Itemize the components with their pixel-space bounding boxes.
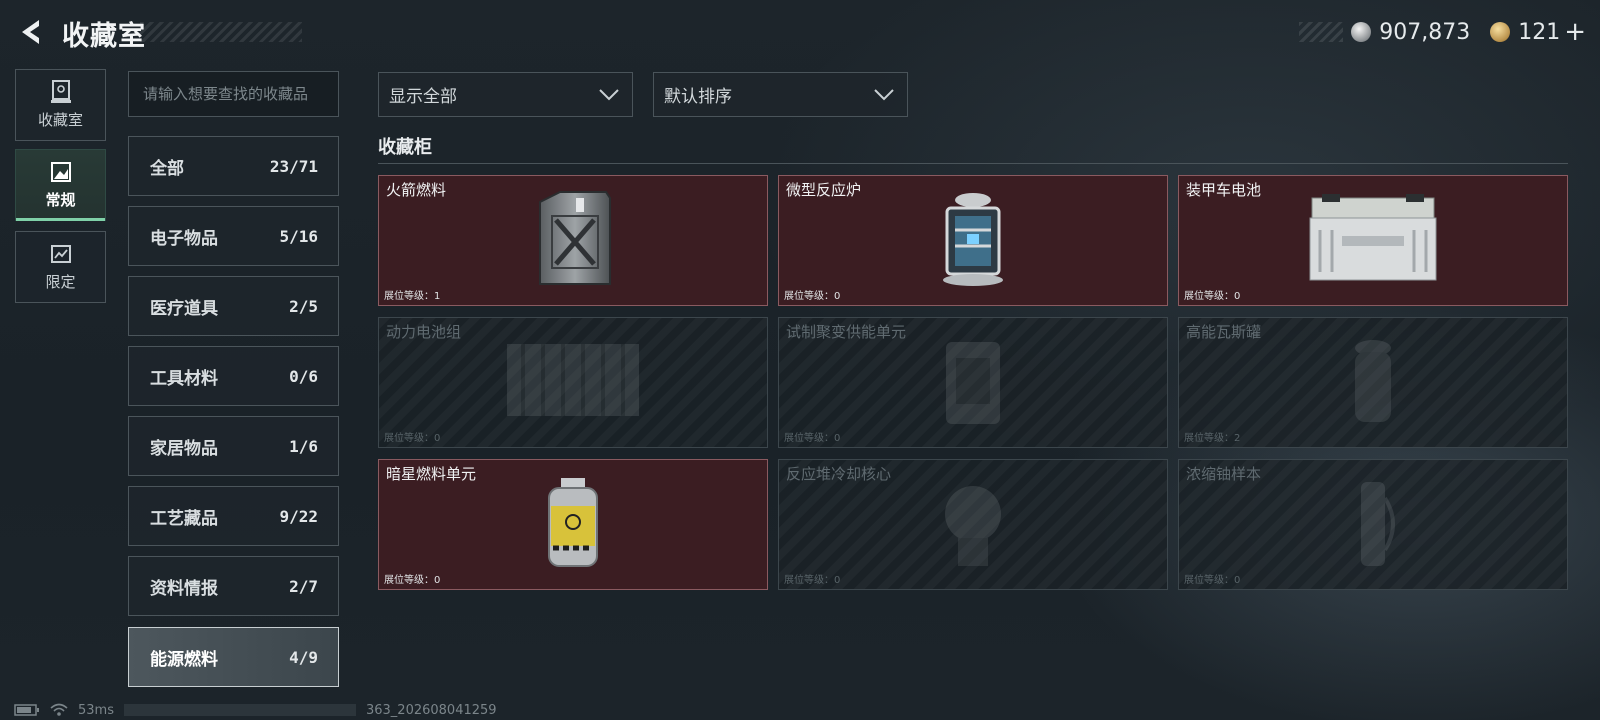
category-label: 医疗道具 (150, 298, 218, 319)
rail-tab-collection-room[interactable]: 收藏室 (15, 69, 106, 141)
item-card-enriched-uranium-sample[interactable]: 浓缩铀样本 展位等级：0 (1178, 459, 1568, 590)
category-all[interactable]: 全部 23/71 (128, 136, 339, 196)
currency-display: 907,873 121 + (1299, 17, 1586, 47)
item-name: 浓缩铀样本 (1186, 465, 1262, 483)
category-count: 2/7 (289, 576, 318, 596)
chevron-down-icon (599, 88, 619, 100)
fuel-cell-icon (543, 476, 603, 576)
category-label: 电子物品 (150, 228, 218, 249)
silver-amount: 907,873 (1379, 19, 1471, 45)
category-count: 4/9 (289, 647, 318, 667)
item-name: 动力电池组 (386, 323, 462, 341)
add-currency-button[interactable]: + (1564, 17, 1586, 47)
item-level: 展位等级：0 (1184, 291, 1241, 302)
fusion-unit-icon (938, 336, 1008, 432)
item-level: 展位等级：0 (384, 575, 441, 586)
category-electronics[interactable]: 电子物品 5/16 (128, 206, 339, 266)
category-intel[interactable]: 资料情报 2/7 (128, 556, 339, 616)
chevron-down-icon (874, 88, 894, 100)
item-name: 暗星燃料单元 (386, 465, 477, 483)
item-level: 展位等级：1 (384, 291, 441, 302)
trophy-case-icon (50, 79, 72, 103)
category-crafts[interactable]: 工艺藏品 9/22 (128, 486, 339, 546)
landscape-icon (50, 161, 72, 183)
gas-tank-icon (1343, 336, 1403, 432)
back-button[interactable] (14, 14, 50, 50)
item-name: 高能瓦斯罐 (1186, 323, 1262, 341)
item-card-reactor-cooling-core[interactable]: 反应堆冷却核心 展位等级：0 (778, 459, 1168, 590)
wifi-icon (50, 703, 68, 716)
category-count: 23/71 (269, 156, 318, 176)
status-bar: 53ms 363_202608041259 (14, 701, 497, 719)
item-name: 试制聚变供能单元 (786, 323, 907, 341)
category-label: 工艺藏品 (150, 508, 218, 529)
item-card-armored-vehicle-battery[interactable]: 装甲车电池 展位等级：0 (1178, 175, 1568, 306)
category-count: 2/5 (289, 296, 318, 316)
battery-status-icon (14, 704, 39, 716)
category-count: 5/16 (279, 226, 318, 246)
item-name: 微型反应炉 (786, 181, 862, 199)
category-count: 0/6 (289, 366, 318, 386)
category-label: 资料情报 (150, 578, 218, 599)
battery-icon (1306, 190, 1440, 288)
category-label: 工具材料 (150, 368, 218, 389)
item-level: 展位等级：2 (1184, 433, 1241, 444)
category-count: 1/6 (289, 436, 318, 456)
cooling-core-icon (938, 478, 1008, 574)
category-tools-materials[interactable]: 工具材料 0/6 (128, 346, 339, 406)
reactor-icon (937, 190, 1009, 292)
redacted-bar (123, 704, 356, 716)
item-level: 展位等级：0 (1184, 575, 1241, 586)
page-title: 收藏室 (62, 21, 146, 52)
item-card-dark-star-fuel-unit[interactable]: 暗星燃料单元 展位等级：0 (378, 459, 768, 590)
uranium-sample-icon (1343, 478, 1403, 574)
gold-coin-icon (1490, 22, 1511, 42)
silver-coin-icon (1351, 22, 1372, 42)
category-energy-fuel[interactable]: 能源燃料 4/9 (128, 627, 339, 687)
section-title: 收藏柜 (378, 137, 432, 158)
category-medical[interactable]: 医疗道具 2/5 (128, 276, 339, 336)
gold-amount: 121 (1518, 19, 1561, 45)
item-level: 展位等级：0 (784, 433, 841, 444)
rail-label: 收藏室 (37, 110, 83, 129)
filter-value: 显示全部 (389, 87, 457, 107)
category-label: 全部 (150, 158, 184, 179)
top-bar: 收藏室 907,873 121 + (0, 0, 1600, 64)
item-name: 火箭燃料 (386, 181, 447, 199)
rail-label: 常规 (45, 190, 76, 209)
section-divider (378, 163, 1568, 164)
item-level: 展位等级：0 (384, 433, 441, 444)
sort-dropdown[interactable]: 默认排序 (653, 72, 908, 117)
item-card-rocket-fuel[interactable]: 火箭燃料 展位等级：1 (378, 175, 768, 306)
category-household[interactable]: 家居物品 1/6 (128, 416, 339, 476)
battery-pack-icon (503, 336, 643, 426)
rail-tab-limited[interactable]: 限定 (15, 231, 106, 303)
item-card-fusion-power-unit[interactable]: 试制聚变供能单元 展位等级：0 (778, 317, 1168, 448)
rail-label: 限定 (45, 272, 76, 291)
back-arrow-icon (22, 20, 39, 44)
item-level: 展位等级：0 (784, 291, 841, 302)
item-name: 反应堆冷却核心 (786, 465, 892, 483)
category-label: 家居物品 (150, 438, 218, 459)
item-card-power-battery-pack[interactable]: 动力电池组 展位等级：0 (378, 317, 768, 448)
rail-tab-regular[interactable]: 常规 (15, 149, 106, 221)
currency-decoration (1299, 22, 1344, 42)
item-card-high-energy-gas-tank[interactable]: 高能瓦斯罐 展位等级：2 (1178, 317, 1568, 448)
filter-dropdown[interactable]: 显示全部 (378, 72, 633, 117)
title-decoration (140, 22, 302, 42)
sort-value: 默认排序 (664, 87, 732, 107)
search-input[interactable] (128, 71, 339, 117)
picture-icon (50, 243, 72, 265)
fuel-can-icon (530, 188, 616, 292)
category-count: 9/22 (279, 506, 318, 526)
item-name: 装甲车电池 (1186, 181, 1262, 199)
item-level: 展位等级：0 (784, 575, 841, 586)
item-card-micro-reactor[interactable]: 微型反应炉 展位等级：0 (778, 175, 1168, 306)
ping-label: 53ms (78, 702, 114, 718)
version-label: 363_202608041259 (365, 702, 497, 718)
category-label: 能源燃料 (150, 649, 218, 670)
